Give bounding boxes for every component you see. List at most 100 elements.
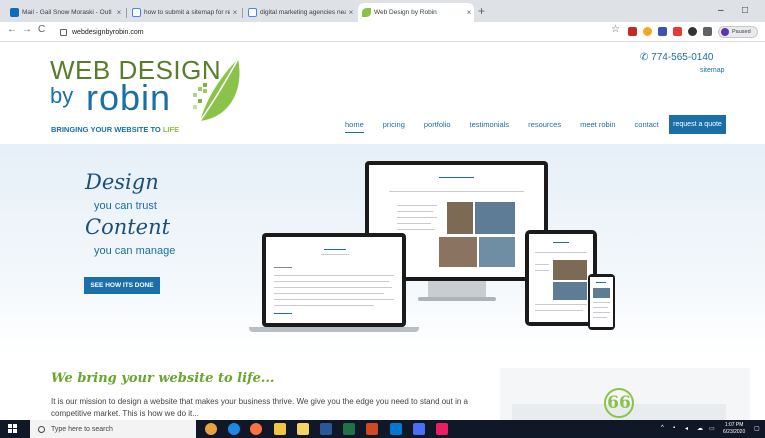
extension-icon[interactable] [643, 27, 652, 36]
photos-icon[interactable] [413, 423, 425, 435]
powerpoint-icon[interactable] [366, 423, 378, 435]
hero-subheading-manage: you can manage [94, 245, 176, 257]
slack-icon[interactable] [436, 423, 448, 435]
hero-heading-content: Content [85, 215, 171, 239]
close-icon[interactable]: × [346, 8, 356, 17]
phone-icon: ✆ [640, 52, 652, 63]
volume-icon[interactable]: ◂ [685, 425, 688, 432]
search-icon [38, 425, 45, 433]
site-logo[interactable]: WEB DESIGN by robin BRINGING YOUR WEBSIT… [50, 55, 250, 135]
nav-home[interactable]: home [345, 117, 364, 133]
mockup-screen [529, 234, 593, 322]
leaf-icon [362, 8, 371, 17]
search-placeholder: Type here to search [51, 425, 113, 433]
phone-mockup [588, 274, 615, 330]
logo-text-robin: robin [86, 77, 172, 118]
see-how-its-done-button[interactable]: SEE HOW ITS DONE [84, 277, 160, 294]
tab-mail[interactable]: Mail - Gail Snow Moraski - Outl × [6, 3, 124, 22]
logo-tagline-text: BRINGING YOUR WEBSITE TO [51, 125, 161, 134]
mockup-screen [266, 237, 402, 323]
system-clock[interactable]: 1:07 PM 6/23/2020 [723, 422, 745, 436]
edge-icon[interactable] [228, 423, 240, 435]
outlook-icon [10, 8, 19, 17]
tab-divider [126, 8, 127, 18]
tab-divider [242, 8, 243, 18]
profile-status: Paused [732, 29, 751, 35]
leaf-logo-icon [193, 58, 240, 122]
nav-portfolio[interactable]: portfolio [424, 117, 451, 133]
nav-pricing[interactable]: pricing [383, 117, 405, 133]
tab-title: Web Design by Robin [374, 9, 437, 16]
hero-heading-design: Design [85, 170, 159, 194]
restore-button[interactable]: □ [742, 5, 748, 16]
nav-meet-robin[interactable]: meet robin [580, 117, 615, 133]
file-explorer-icon[interactable] [274, 423, 286, 435]
chrome-icon[interactable] [205, 423, 217, 435]
main-navigation: home pricing portfolio testimonials reso… [345, 115, 678, 135]
nav-contact[interactable]: contact [635, 117, 659, 133]
profile-button[interactable]: Paused [718, 26, 758, 38]
new-tab-button[interactable]: + [478, 5, 485, 17]
close-icon[interactable]: × [114, 8, 124, 17]
network-icon[interactable]: ▪ [673, 425, 675, 431]
browser-tab-strip: Mail - Gail Snow Moraski - Outl × how to… [0, 0, 765, 22]
sitemap-link[interactable]: sitemap [700, 67, 725, 74]
hero-banner: Design you can trust Content you can man… [0, 144, 765, 354]
firefox-icon[interactable] [250, 423, 262, 435]
phone-number[interactable]: ✆ 774-565-0140 [640, 52, 713, 63]
excel-icon[interactable] [343, 423, 355, 435]
google-icon [132, 8, 141, 17]
tab-web-design-by-robin[interactable]: Web Design by Robin × [358, 3, 474, 22]
forward-button[interactable]: → [22, 24, 32, 35]
tab-agencies-search[interactable]: digital marketing agencies near × [244, 3, 356, 22]
notifications-icon[interactable]: ▢ [754, 425, 760, 432]
clock-date: 6/23/2020 [723, 429, 746, 435]
laptop-base [249, 327, 419, 332]
tab-title: digital marketing agencies near [260, 9, 346, 16]
address-bar[interactable]: webdesignbyrobin.com [60, 24, 600, 40]
clock-time: 1:07 PM [724, 422, 744, 428]
back-button[interactable]: ← [7, 24, 17, 35]
monitor-stand-base [418, 297, 496, 301]
extension-icon[interactable] [673, 27, 682, 36]
nav-testimonials[interactable]: testimonials [470, 117, 510, 133]
tablet-mockup [525, 230, 597, 326]
windows-start-icon[interactable] [8, 424, 18, 434]
word-icon[interactable] [320, 423, 332, 435]
windows-taskbar: Type here to search ^ ▪ ◂ ☁ ▭ 1:07 PM 6/… [0, 420, 765, 438]
tab-title: Mail - Gail Snow Moraski - Outl [22, 9, 112, 16]
mockup-screen [590, 277, 613, 327]
nav-resources[interactable]: resources [528, 117, 561, 133]
tab-sitemap-search[interactable]: how to submit a sitemap for revi × [128, 3, 240, 22]
logo-tagline: BRINGING YOUR WEBSITE TO LIFE [51, 125, 179, 134]
onedrive-icon[interactable]: ☁ [697, 425, 703, 432]
mission-text: It is our mission to design a website th… [51, 397, 468, 418]
mail-icon[interactable] [390, 423, 402, 435]
web-page: WEB DESIGN by robin BRINGING YOUR WEBSIT… [0, 43, 765, 420]
browser-toolbar: ← → C webdesignbyrobin.com ☆ Paused [0, 22, 765, 42]
taskbar-search-box[interactable]: Type here to search [30, 420, 196, 438]
extension-icon[interactable] [688, 27, 697, 36]
avatar [721, 28, 729, 36]
laptop-mockup [262, 233, 406, 327]
store-icon[interactable] [297, 423, 309, 435]
bookmark-star-icon[interactable]: ☆ [611, 24, 620, 35]
google-icon [248, 8, 257, 17]
hero-subheading-trust: you can trust [94, 200, 157, 212]
phone-text: 774-565-0140 [651, 52, 714, 63]
tab-title: how to submit a sitemap for revi [144, 9, 230, 16]
request-quote-button[interactable]: request a quote [669, 115, 726, 134]
url-text: webdesignbyrobin.com [72, 28, 144, 36]
keyboard-icon[interactable]: ▭ [709, 425, 715, 432]
tray-chevron-icon[interactable]: ^ [661, 425, 664, 431]
section-tagline: We bring your website to life... [51, 371, 275, 386]
extensions-puzzle-icon[interactable] [703, 27, 712, 36]
close-icon[interactable]: × [464, 8, 474, 17]
logo-tagline-highlight: LIFE [162, 125, 180, 134]
extension-icon[interactable] [628, 27, 637, 36]
extension-icon[interactable] [658, 27, 667, 36]
close-icon[interactable]: × [230, 8, 240, 17]
monitor-stand [428, 281, 486, 298]
minimize-button[interactable]: – [718, 5, 724, 16]
reload-button[interactable]: C [38, 24, 45, 35]
